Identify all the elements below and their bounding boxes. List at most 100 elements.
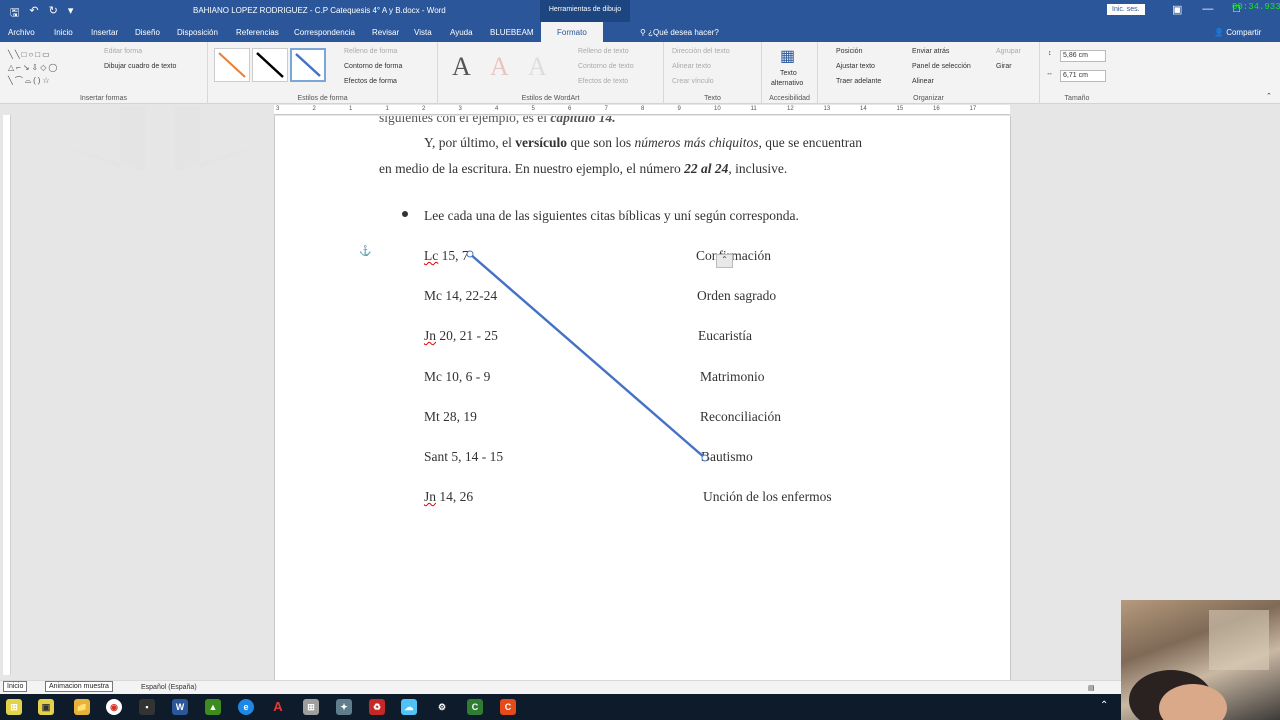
wrap-text-button[interactable]: Ajustar texto <box>836 63 875 70</box>
shape-height-input[interactable]: 5,86 cm <box>1060 50 1106 62</box>
blue-line-icon <box>295 53 321 77</box>
group-wordart-styles: A A A Relleno de texto Contorno de texto… <box>438 42 664 104</box>
start-icon[interactable]: ⊞ <box>6 699 22 715</box>
tab-diseno[interactable]: Diseño <box>135 28 160 37</box>
browser-icon[interactable]: e <box>238 699 254 715</box>
ribbon: ╲╲□○□▭ △⌐↘⇩◇◯ ╲⌒⌓()☆ Editar forma Dibujar … <box>0 42 1280 104</box>
selection-pane-button[interactable]: Panel de selección <box>912 63 971 70</box>
send-backward-button[interactable]: Enviar atrás <box>912 48 949 55</box>
settings-icon[interactable]: ⚙ <box>434 699 450 715</box>
shape-effects-button[interactable]: Efectos de forma <box>344 78 397 85</box>
text-effects-button[interactable]: Efectos de texto <box>578 78 628 85</box>
group-label-arrange: Organizar <box>913 95 944 102</box>
redo-icon[interactable]: ↻ <box>49 4 58 23</box>
tab-correspondencia[interactable]: Correspondencia <box>294 28 355 37</box>
acrobat-icon[interactable]: A <box>270 699 286 715</box>
ruler-tick-label: 6 <box>568 106 572 112</box>
ruler-tick-label: 12 <box>787 106 794 112</box>
document-page[interactable]: siguientes con el ejemplo, es el capítul… <box>274 116 1011 680</box>
snipping-icon[interactable]: ✦ <box>336 699 352 715</box>
window-controls: ▣ — □ <box>1172 3 1240 16</box>
wordart-style-3[interactable]: A <box>528 52 547 82</box>
ruler-tick-label: 9 <box>677 106 681 112</box>
share-label: Compartir <box>1226 28 1262 37</box>
sign-in-button[interactable]: Inic. ses. <box>1107 4 1145 15</box>
wordart-style-2[interactable]: A <box>490 52 509 82</box>
layout-options-icon[interactable]: ⌃ <box>716 254 733 268</box>
task-view-icon[interactable]: ▣ <box>38 699 54 715</box>
tab-vista[interactable]: Vista <box>414 28 432 37</box>
group-shape-styles: Relleno de forma Contorno de forma Efect… <box>208 42 438 104</box>
arrow-end-handle[interactable] <box>701 454 709 462</box>
tell-me-search[interactable]: ⚲ ¿Qué desea hacer? <box>640 28 719 37</box>
language-indicator[interactable]: Español (España) <box>141 684 197 691</box>
style-black-line[interactable] <box>252 48 288 82</box>
ruler-tick-label: 2 <box>312 106 316 112</box>
tab-formato[interactable]: Formato <box>541 22 603 42</box>
tab-inicio[interactable]: Inicio <box>54 28 73 37</box>
draw-textbox-button[interactable]: Dibujar cuadro de texto <box>104 63 176 70</box>
collapse-ribbon-icon[interactable]: ⌃ <box>1266 92 1272 100</box>
ruler-tick-label: 14 <box>860 106 867 112</box>
position-button[interactable]: Posición <box>836 48 862 55</box>
horizontal-ruler[interactable]: 3 2 1 1 2 3 4 5 6 7 8 9 10 11 12 13 14 15 16 17 <box>274 105 1010 115</box>
word-icon[interactable]: W <box>172 699 188 715</box>
rotate-button[interactable]: Girar <box>996 63 1012 70</box>
shape-fill-button[interactable]: Relleno de forma <box>344 48 397 55</box>
group-label-shape-styles: Estilos de forma <box>297 95 348 102</box>
save-icon[interactable]: 🖫 <box>10 4 19 23</box>
minimize-icon[interactable]: — <box>1202 3 1213 16</box>
chrome-icon[interactable]: ◉ <box>106 699 122 715</box>
alt-text-icon[interactable]: ▦ <box>780 46 795 66</box>
connector-arrow[interactable] <box>275 116 1012 536</box>
pdf-icon[interactable]: ♻ <box>369 699 385 715</box>
ruler-tick-label: 5 <box>531 106 535 112</box>
align-button[interactable]: Alinear <box>912 78 934 85</box>
tab-insertar[interactable]: Insertar <box>91 28 118 37</box>
ruler-tick-label: 2 <box>422 106 426 112</box>
share-button[interactable]: 👤 Compartir <box>1214 28 1261 37</box>
alt-text-label-2[interactable]: alternativo <box>771 80 803 87</box>
undo-icon[interactable]: ↶ <box>29 4 38 23</box>
nvidia-icon[interactable]: ▲ <box>205 699 221 715</box>
tab-referencias[interactable]: Referencias <box>236 28 279 37</box>
vertical-ruler[interactable] <box>3 115 11 675</box>
file-explorer-icon[interactable]: 📁 <box>74 699 90 715</box>
edit-shape-button[interactable]: Editar forma <box>104 48 142 55</box>
camtasia-green-icon[interactable]: C <box>467 699 483 715</box>
group-button[interactable]: Agrupar <box>996 48 1021 55</box>
arrow-start-handle[interactable] <box>466 250 474 258</box>
customize-qat-icon[interactable]: ▾ <box>68 4 74 23</box>
shape-outline-button[interactable]: Contorno de forma <box>344 63 402 70</box>
tab-revisar[interactable]: Revisar <box>372 28 399 37</box>
create-link-button[interactable]: Crear vínculo <box>672 78 714 85</box>
shape-width-input[interactable]: 6,71 cm <box>1060 70 1106 82</box>
style-blue-line[interactable] <box>290 48 326 82</box>
ribbon-display-icon[interactable]: ▣ <box>1172 3 1182 16</box>
calculator-icon[interactable]: ⊞ <box>303 699 319 715</box>
tooltip-start: Inicio <box>3 681 28 692</box>
tab-archivo[interactable]: Archivo <box>8 28 35 37</box>
bring-forward-button[interactable]: Traer adelante <box>836 78 881 85</box>
group-text: Dirección del texto Alinear texto Crear … <box>664 42 762 104</box>
align-text-button[interactable]: Alinear texto <box>672 63 711 70</box>
taskbar: ⊞ ▣ 📁 ◉ ▪ W ▲ e A ⊞ ✦ ♻ ☁ ⚙ C C ⌃ <box>0 694 1280 720</box>
text-fill-button[interactable]: Relleno de texto <box>578 48 629 55</box>
tab-ayuda[interactable]: Ayuda <box>450 28 473 37</box>
wordart-style-1[interactable]: A <box>452 52 471 82</box>
ruler-tick-label: 11 <box>750 106 757 112</box>
photos-icon[interactable]: ☁ <box>401 699 417 715</box>
tab-disposicion[interactable]: Disposición <box>177 28 218 37</box>
alt-text-label-1[interactable]: Texto <box>780 70 797 77</box>
text-outline-button[interactable]: Contorno de texto <box>578 63 634 70</box>
app-icon-dark[interactable]: ▪ <box>139 699 155 715</box>
tab-bluebeam[interactable]: BLUEBEAM <box>490 28 534 37</box>
shapes-gallery[interactable]: ╲╲□○□▭ △⌐↘⇩◇◯ ╲⌒⌓()☆ <box>8 48 98 87</box>
view-mode-icon[interactable]: ▤ <box>1088 684 1095 692</box>
style-orange-line[interactable] <box>214 48 250 82</box>
tray-chevron-icon[interactable]: ⌃ <box>1100 700 1108 711</box>
height-icon: ↕ <box>1048 50 1052 57</box>
camtasia-orange-icon[interactable]: C <box>500 699 516 715</box>
ruler-tick-label: 8 <box>641 106 645 112</box>
text-direction-button[interactable]: Dirección del texto <box>672 48 730 55</box>
